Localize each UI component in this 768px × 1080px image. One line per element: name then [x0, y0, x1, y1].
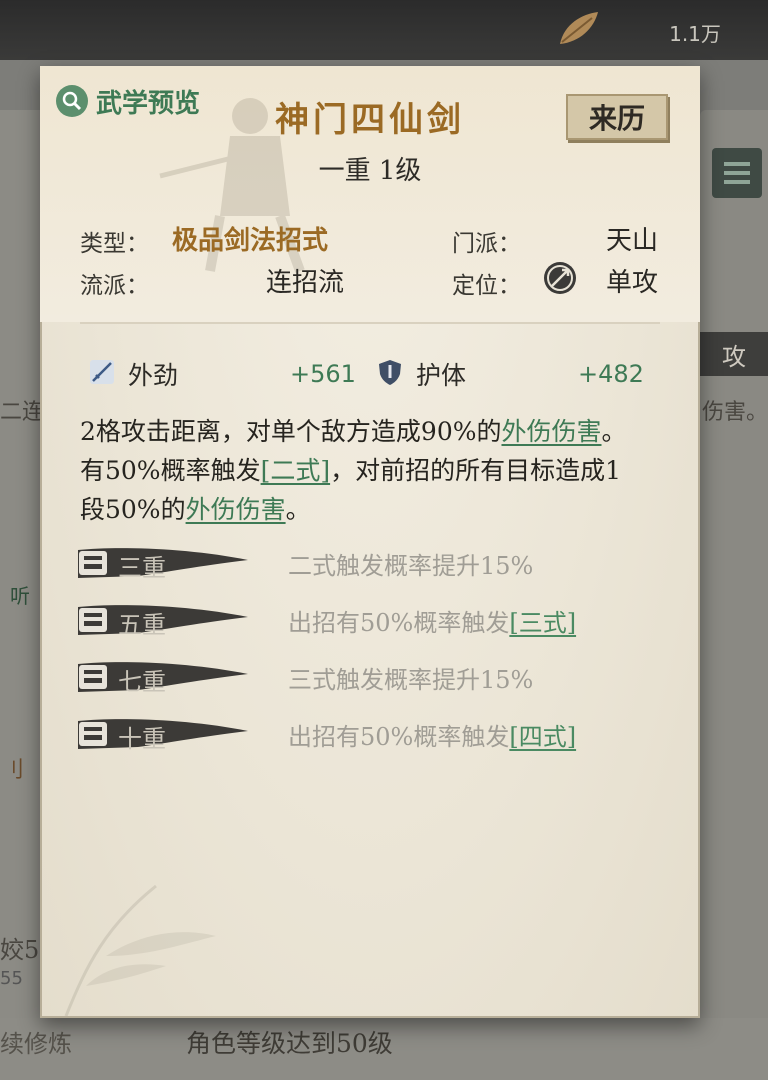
scroll-seal-icon [79, 722, 107, 746]
tier-effect-text: 三式触发概率提升15% [288, 666, 534, 694]
background-text-fragment: 伤害。 [702, 400, 768, 425]
role-value: 单攻 [606, 268, 659, 298]
tier-effect-text: 出招有50%概率触发 [288, 723, 510, 751]
magnifier-icon [56, 85, 88, 117]
stat-value-outer-force: +561 [290, 360, 356, 388]
background-attack-tag: 攻 [700, 332, 768, 376]
school-value: 连招流 [266, 268, 345, 298]
third-form-link[interactable]: [三式] [509, 609, 576, 637]
divider [80, 322, 660, 324]
shield-icon [379, 360, 401, 385]
background-text-fragment: 续修炼 [0, 1030, 72, 1058]
tier-effect: 出招有50%概率触发[三式] [288, 603, 576, 638]
currency-amount: 1.1万 [669, 22, 721, 46]
stat-label-outer-force: 外劲 [128, 361, 179, 390]
outer-damage-link[interactable]: 外伤伤害 [186, 495, 286, 524]
sect-label: 门派： [452, 231, 521, 257]
type-value: 极品剑法招式 [172, 226, 329, 256]
level-requirement: 角色等级达到50级 [186, 1029, 393, 1058]
scroll-seal-icon [79, 608, 107, 632]
scroll-seal-icon [79, 665, 107, 689]
background-text-fragment: 姣5 [0, 936, 40, 964]
tier-name: 七重 [118, 668, 166, 696]
type-label: 类型： [80, 231, 149, 257]
menu-icon[interactable] [712, 148, 762, 198]
description-text: 2格攻击距离，对单个敌方造成90%的 [80, 417, 502, 446]
tier-row: 十重 出招有50%概率触发[四式] [78, 715, 638, 755]
bamboo-decoration-icon [64, 884, 216, 1016]
preview-button[interactable]: 武学预览 [56, 84, 201, 119]
tier-name: 三重 [118, 554, 166, 582]
leaf-currency-icon [560, 12, 598, 44]
sect-value: 天山 [606, 226, 659, 256]
tier-name: 五重 [118, 611, 166, 639]
skill-info-panel: 武学预览 神门四仙剑 一重 1级 来历 类型： 极品剑法招式 门派： 天山 流派… [40, 66, 700, 1018]
single-target-icon [544, 262, 576, 294]
background-card-right [700, 110, 768, 1030]
preview-label: 武学预览 [96, 88, 201, 119]
tier-effect: 三式触发概率提升15% [288, 660, 533, 695]
background-text-fragment: 二连 [0, 400, 45, 425]
background-text-fragment: 刂 [2, 758, 25, 783]
skill-description: 2格攻击距离，对单个敌方造成90%的外伤伤害。有50%概率触发[二式]，对前招的… [80, 412, 640, 529]
second-form-link[interactable]: [二式] [261, 456, 331, 485]
tier-row: 三重 二式触发概率提升15% [78, 544, 638, 584]
skill-name: 神门四仙剑 [275, 100, 465, 140]
tier-row: 七重 三式触发概率提升15% [78, 658, 638, 698]
stat-value-body-guard: +482 [578, 360, 644, 388]
description-text: 。 [285, 495, 311, 524]
stat-label-body-guard: 护体 [416, 361, 467, 390]
tier-effect-text: 二式触发概率提升15% [288, 552, 534, 580]
background-text-fragment: 55 [0, 968, 23, 989]
skill-level: 一重 1级 [318, 156, 422, 186]
tier-name: 十重 [118, 725, 166, 753]
outer-damage-link[interactable]: 外伤伤害 [501, 417, 601, 446]
tier-row: 五重 出招有50%概率触发[三式] [78, 601, 638, 641]
sword-icon [90, 360, 114, 384]
tier-effect-text: 出招有50%概率触发 [288, 609, 510, 637]
origin-button[interactable]: 来历 [566, 94, 668, 140]
school-label: 流派： [80, 273, 149, 299]
tier-effect: 出招有50%概率触发[四式] [288, 717, 576, 752]
scroll-seal-icon [79, 551, 107, 575]
background-text-fragment: 听 [10, 584, 30, 608]
tier-effect: 二式触发概率提升15% [288, 546, 533, 581]
fourth-form-link[interactable]: [四式] [509, 723, 576, 751]
role-label: 定位： [452, 273, 521, 299]
